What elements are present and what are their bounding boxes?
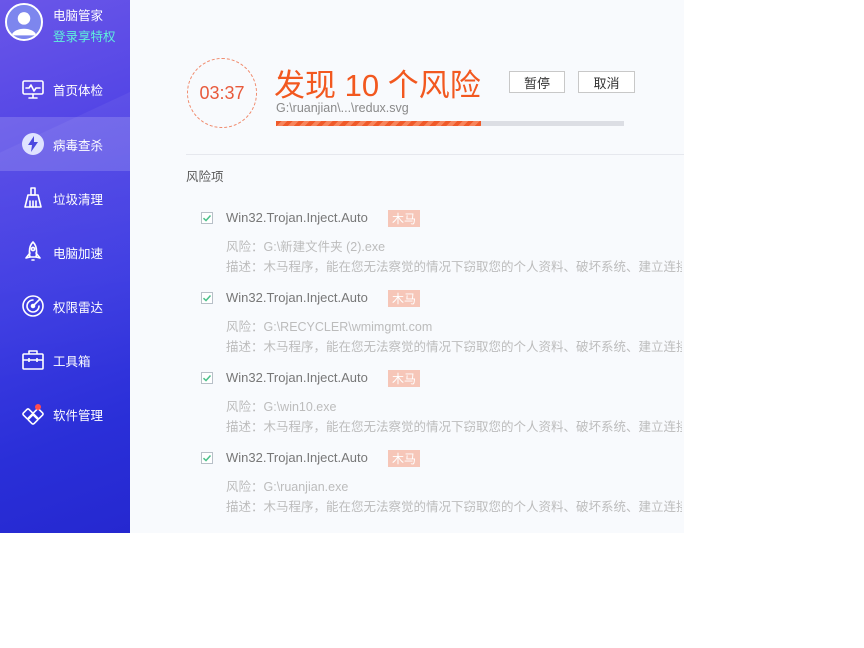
check-icon xyxy=(202,294,212,302)
user-avatar-icon xyxy=(7,5,41,39)
nav-label: 电脑加速 xyxy=(53,246,104,261)
app-window: 电脑管家 登录享特权 首页体检 病毒查杀 垃圾清理 电脑加速 权限雷达 工具箱 … xyxy=(0,0,684,533)
nav-label: 病毒查杀 xyxy=(53,138,104,153)
risk-item: Win32.Trojan.Inject.Auto 木马 风险：G:\win10.… xyxy=(130,370,684,452)
profile: 电脑管家 登录享特权 xyxy=(0,0,130,52)
risk-description: 描述：木马程序，能在您无法察觉的情况下窃取您的个人资料、破坏系统、建立连接... xyxy=(226,340,682,354)
nav-item-toolbox[interactable]: 工具箱 xyxy=(0,333,130,387)
risk-section-title: 风险项 xyxy=(186,170,224,184)
nav-label: 首页体检 xyxy=(53,83,104,98)
risk-item: Win32.Trojan.Inject.Auto 木马 风险：G:\ruanji… xyxy=(130,450,684,532)
threat-name: Win32.Trojan.Inject.Auto xyxy=(226,290,368,305)
risk-checkbox[interactable] xyxy=(201,292,213,304)
divider xyxy=(186,154,684,155)
risk-checkbox[interactable] xyxy=(201,452,213,464)
threat-name: Win32.Trojan.Inject.Auto xyxy=(226,210,368,225)
scan-current-path: G:\ruanjian\...\redux.svg xyxy=(276,101,409,115)
threat-type-badge: 木马 xyxy=(388,290,420,307)
check-icon xyxy=(202,214,212,222)
monitor-icon xyxy=(21,77,45,101)
risk-file-path: 风险：G:\win10.exe xyxy=(226,400,337,414)
pause-button[interactable]: 暂停 xyxy=(509,71,565,93)
lightning-shield-icon xyxy=(21,132,45,156)
threat-type-badge: 木马 xyxy=(388,450,420,467)
nav-item-junk-clean[interactable]: 垃圾清理 xyxy=(0,171,130,225)
nav-label: 垃圾清理 xyxy=(53,192,104,207)
avatar[interactable] xyxy=(5,3,43,41)
scan-headline: 发现 10 个风险 xyxy=(274,68,481,103)
risk-file-path: 风险：G:\新建文件夹 (2).exe xyxy=(226,240,386,254)
risk-item: Win32.Trojan.Inject.Auto 木马 风险：G:\RECYCL… xyxy=(130,290,684,372)
nav-item-speed-up[interactable]: 电脑加速 xyxy=(0,225,130,279)
broom-icon xyxy=(21,186,45,210)
threat-name: Win32.Trojan.Inject.Auto xyxy=(226,370,368,385)
risk-checkbox[interactable] xyxy=(201,372,213,384)
nav-item-permission-radar[interactable]: 权限雷达 xyxy=(0,279,130,333)
risk-item: Win32.Trojan.Inject.Auto 木马 风险：G:\新建文件夹 … xyxy=(130,210,684,292)
risk-description: 描述：木马程序，能在您无法察觉的情况下窃取您的个人资料、破坏系统、建立连接... xyxy=(226,260,682,274)
profile-name: 电脑管家 xyxy=(53,9,104,23)
apps-icon xyxy=(21,402,45,426)
nav-item-virus-scan[interactable]: 病毒查杀 xyxy=(0,117,130,171)
threat-name: Win32.Trojan.Inject.Auto xyxy=(226,450,368,465)
scan-progress-fill xyxy=(276,121,482,126)
radar-icon xyxy=(21,294,45,318)
nav-label: 工具箱 xyxy=(53,354,91,369)
nav-label: 软件管理 xyxy=(53,408,104,423)
risk-checkbox[interactable] xyxy=(201,212,213,224)
risk-description: 描述：木马程序，能在您无法察觉的情况下窃取您的个人资料、破坏系统、建立连接... xyxy=(226,420,682,434)
scan-progress-bar xyxy=(276,121,624,126)
nav-item-software-management[interactable]: 软件管理 xyxy=(0,387,130,441)
toolbox-icon xyxy=(21,348,45,372)
sidebar: 电脑管家 登录享特权 首页体检 病毒查杀 垃圾清理 电脑加速 权限雷达 工具箱 … xyxy=(0,0,130,533)
nav-item-home-check[interactable]: 首页体检 xyxy=(0,62,130,116)
scan-timer: 03:37 xyxy=(187,58,257,128)
check-icon xyxy=(202,454,212,462)
risk-file-path: 风险：G:\ruanjian.exe xyxy=(226,480,349,494)
threat-type-badge: 木马 xyxy=(388,370,420,387)
login-privilege-link[interactable]: 登录享特权 xyxy=(53,26,116,45)
risk-description: 描述：木马程序，能在您无法察觉的情况下窃取您的个人资料、破坏系统、建立连接... xyxy=(226,500,682,514)
threat-type-badge: 木马 xyxy=(388,210,420,227)
rocket-icon xyxy=(21,240,45,264)
check-icon xyxy=(202,374,212,382)
cancel-button[interactable]: 取消 xyxy=(578,71,635,93)
nav-label: 权限雷达 xyxy=(53,300,104,315)
risk-file-path: 风险：G:\RECYCLER\wmimgmt.com xyxy=(226,320,433,334)
main-panel: 03:37 发现 10 个风险 暂停 取消 G:\ruanjian\...\re… xyxy=(130,0,684,533)
